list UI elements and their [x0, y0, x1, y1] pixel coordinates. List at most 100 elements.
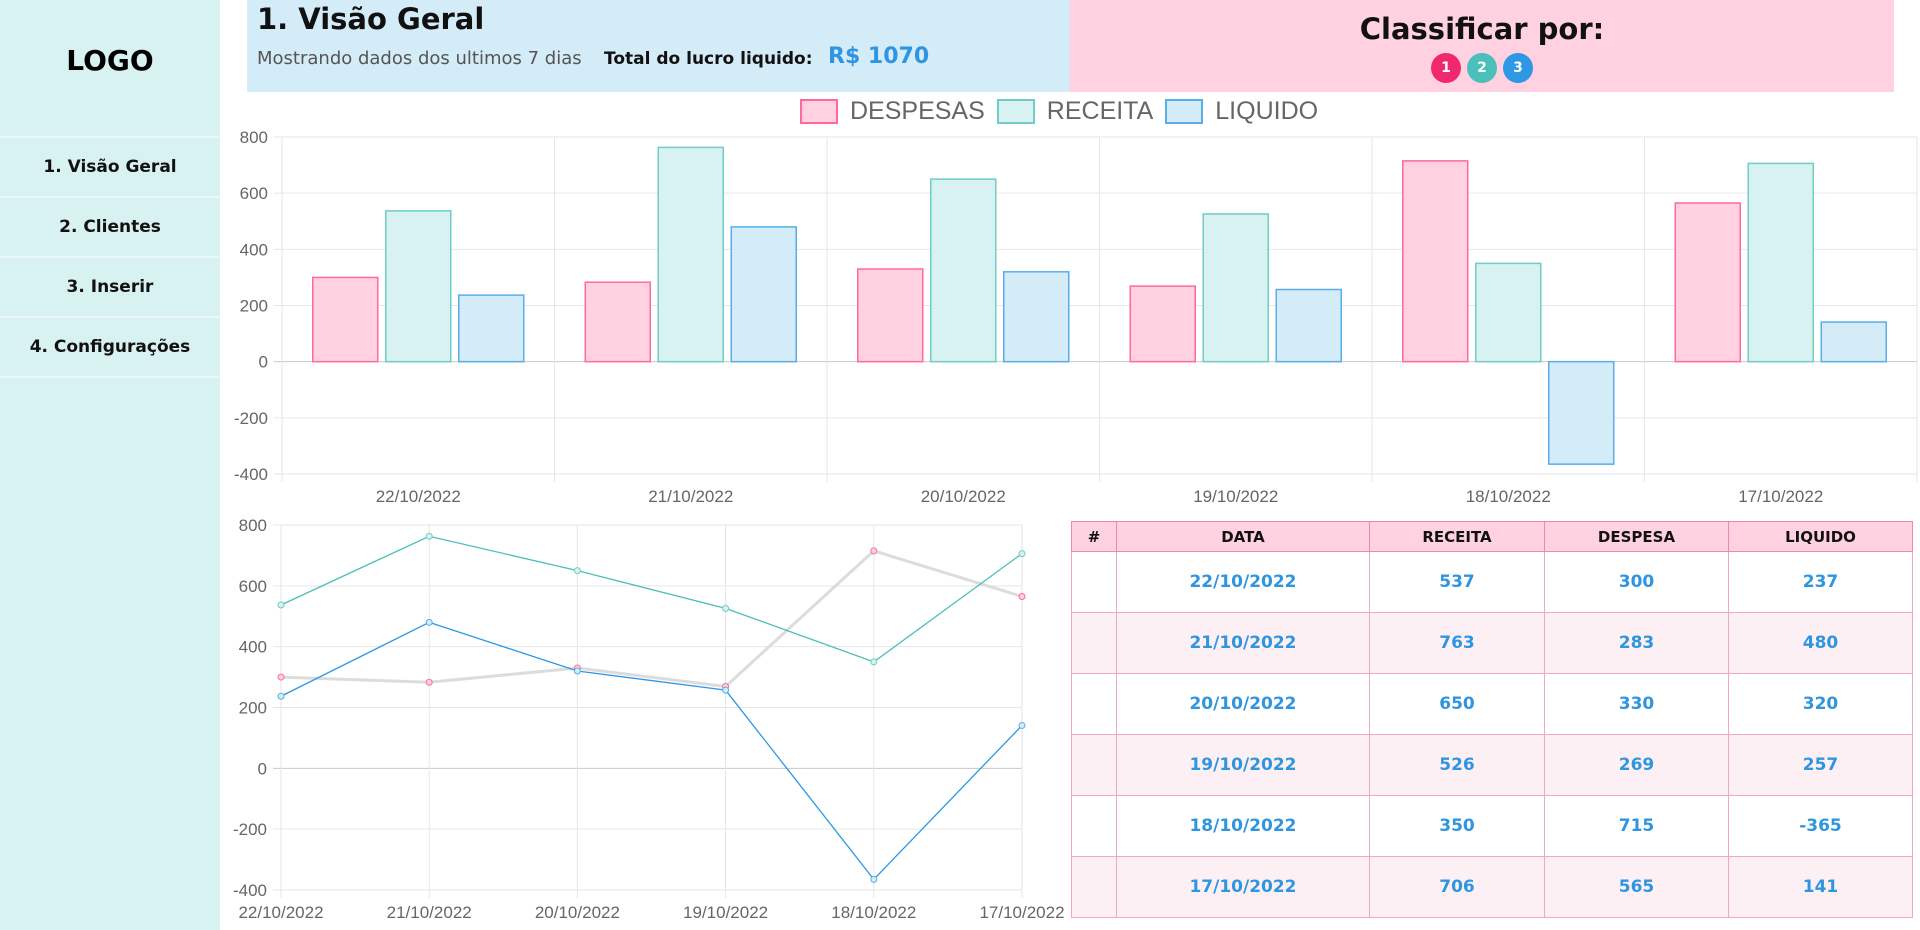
y-tick-label: 600 — [240, 184, 268, 203]
table-header-index[interactable]: # — [1071, 521, 1117, 552]
bar-despesas — [1129, 285, 1196, 363]
table-cell-receita: 537 — [1369, 551, 1545, 613]
line-receita-point — [870, 658, 878, 666]
bar-liquido — [1820, 321, 1887, 363]
line-despesas-point — [277, 673, 285, 681]
legend-swatch-despesas — [800, 99, 838, 124]
sort-panel: Classificar por: 1 2 3 — [1070, 0, 1894, 92]
table-row: 20/10/2022 650 330 320 — [1071, 673, 1913, 735]
line-liquido-point — [573, 667, 581, 675]
x-tick-label: 19/10/2022 — [1193, 487, 1278, 506]
table-cell-liquido: 141 — [1728, 856, 1913, 918]
table-cell-index — [1071, 795, 1117, 857]
sidebar-item-clientes[interactable]: 2. Clientes — [0, 196, 220, 256]
x-tick-label: 22/10/2022 — [238, 903, 323, 922]
bar-receita — [657, 146, 724, 363]
sort-button-2[interactable]: 2 — [1467, 53, 1497, 83]
line-liquido-point — [870, 875, 878, 883]
bar-chart: 800 600 400 200 0 -200 -400 22/10/2022 21/10/202… — [234, 128, 1918, 506]
x-tick-label: 17/10/2022 — [979, 903, 1064, 922]
table-cell-despesa: 565 — [1544, 856, 1729, 918]
total-profit-value: R$ 1070 — [828, 44, 930, 69]
table-cell-liquido: 257 — [1728, 734, 1913, 796]
bar-liquido — [1003, 271, 1070, 363]
y-tick-label: -400 — [234, 465, 268, 484]
table-cell-index — [1071, 551, 1117, 613]
legend-swatch-receita — [996, 99, 1035, 124]
line-receita-point — [1018, 550, 1026, 558]
line-despesas — [280, 549, 1023, 689]
data-table: # DATA RECEITA DESPESA LIQUIDO 22/10/202… — [1071, 521, 1913, 918]
table-cell-date: 19/10/2022 — [1116, 734, 1370, 796]
legend-swatch-liquido — [1165, 99, 1204, 124]
line-despesas-point — [1018, 592, 1026, 600]
table-cell-despesa: 283 — [1544, 612, 1729, 674]
table-cell-despesa: 269 — [1544, 734, 1729, 796]
y-tick-label: 400 — [240, 240, 268, 259]
table-cell-receita: 763 — [1369, 612, 1545, 674]
table-cell-liquido: -365 — [1728, 795, 1913, 857]
y-tick-label: -400 — [233, 881, 267, 900]
x-tick-label: 17/10/2022 — [1738, 487, 1823, 506]
bar-receita — [385, 210, 452, 363]
bar-receita — [930, 178, 997, 363]
period-subtitle: Mostrando dados dos ultimos 7 dias — [257, 48, 582, 69]
line-liquido-point — [425, 618, 433, 626]
bar-despesas — [584, 281, 651, 363]
table-row: 19/10/2022 526 269 257 — [1071, 734, 1913, 796]
bar-despesas — [1402, 160, 1469, 363]
sort-button-1[interactable]: 1 — [1431, 53, 1461, 83]
sidebar: LOGO 1. Visão Geral 2. Clientes 3. Inser… — [0, 0, 220, 930]
table-cell-index — [1071, 734, 1117, 796]
y-tick-label: 600 — [239, 577, 267, 596]
table-header-liquido[interactable]: LIQUIDO — [1728, 521, 1913, 552]
line-receita-point — [722, 604, 730, 612]
y-tick-label: 200 — [240, 297, 268, 316]
table-cell-index — [1071, 856, 1117, 918]
table-cell-despesa: 330 — [1544, 673, 1729, 735]
overview-header: 1. Visão Geral Mostrando dados dos ultim… — [247, 0, 1070, 92]
table-header-receita[interactable]: RECEITA — [1369, 521, 1545, 552]
table-cell-liquido: 320 — [1728, 673, 1913, 735]
x-tick-label: 18/10/2022 — [1466, 487, 1551, 506]
logo: LOGO — [66, 44, 154, 77]
table-cell-receita: 350 — [1369, 795, 1545, 857]
bar-despesas — [857, 268, 924, 363]
table-cell-despesa: 715 — [1544, 795, 1729, 857]
table-cell-receita: 706 — [1369, 856, 1545, 918]
sidebar-item-configuracoes[interactable]: 4. Configurações — [0, 316, 220, 378]
bar-despesas — [1674, 202, 1741, 363]
bar-liquido — [730, 226, 797, 363]
sidebar-nav: 1. Visão Geral 2. Clientes 3. Inserir 4.… — [0, 136, 220, 378]
table-cell-index — [1071, 673, 1117, 735]
line-liquido-point — [1018, 721, 1026, 729]
sidebar-item-inserir[interactable]: 3. Inserir — [0, 256, 220, 316]
bar-receita — [1475, 262, 1542, 363]
y-tick-label: 800 — [240, 128, 268, 147]
table-cell-despesa: 300 — [1544, 551, 1729, 613]
line-receita-point — [425, 532, 433, 540]
bar-receita — [1747, 162, 1814, 363]
bar-liquido — [458, 294, 525, 363]
x-tick-label: 21/10/2022 — [387, 903, 472, 922]
line-liquido-point — [722, 686, 730, 694]
line-despesas-point — [425, 678, 433, 686]
table-cell-receita: 650 — [1369, 673, 1545, 735]
page-title: 1. Visão Geral — [257, 2, 485, 36]
sidebar-item-visao-geral[interactable]: 1. Visão Geral — [0, 136, 220, 196]
table-cell-liquido: 237 — [1728, 551, 1913, 613]
line-receita — [280, 535, 1023, 663]
sort-button-3[interactable]: 3 — [1503, 53, 1533, 83]
table-row: 18/10/2022 350 715 -365 — [1071, 795, 1913, 857]
x-tick-label: 21/10/2022 — [648, 487, 733, 506]
bar-liquido — [1275, 288, 1342, 363]
table-cell-date: 18/10/2022 — [1116, 795, 1370, 857]
sort-title: Classificar por: — [1359, 12, 1605, 46]
table-cell-date: 22/10/2022 — [1116, 551, 1370, 613]
bar-despesas — [312, 276, 379, 363]
table-header-data[interactable]: DATA — [1116, 521, 1370, 552]
x-tick-label: 20/10/2022 — [921, 487, 1006, 506]
line-despesas-point — [870, 547, 878, 555]
table-header-despesa[interactable]: DESPESA — [1544, 521, 1729, 552]
y-tick-label: -200 — [234, 409, 268, 428]
